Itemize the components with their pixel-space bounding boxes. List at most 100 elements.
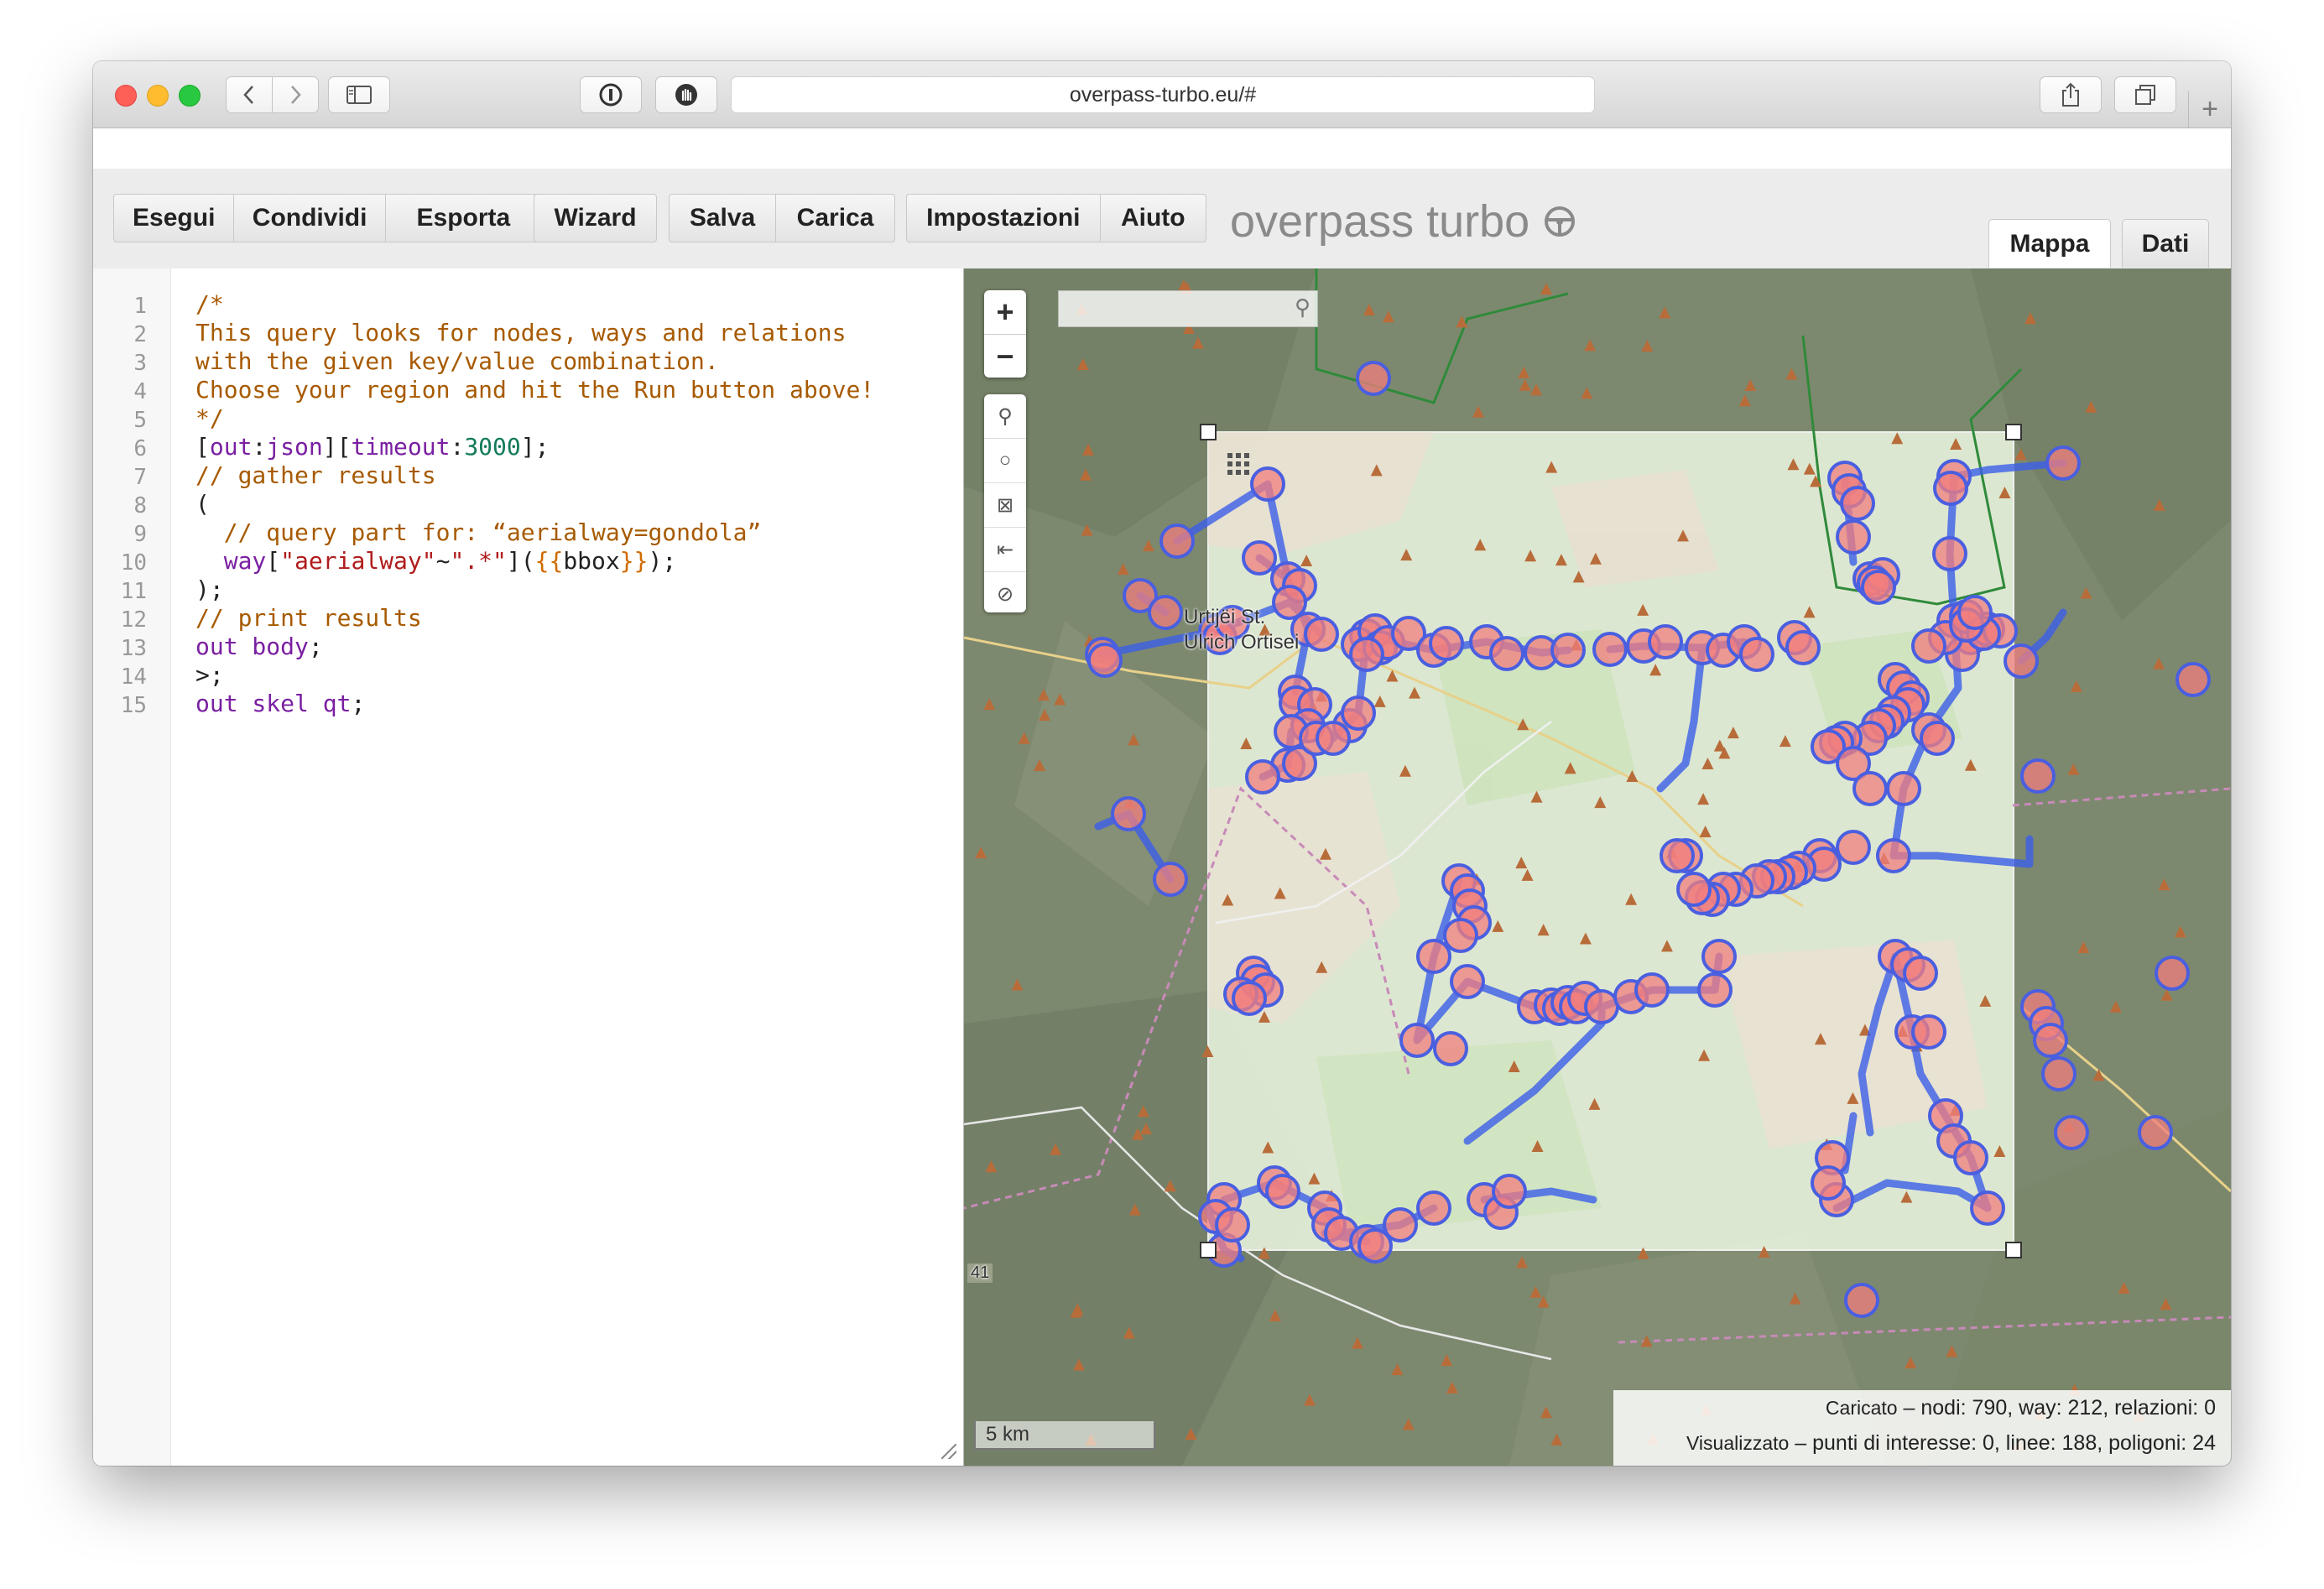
aerialway-node[interactable] bbox=[1416, 1190, 1451, 1226]
aerialway-node[interactable] bbox=[1844, 1283, 1879, 1318]
export-button[interactable]: Esporta bbox=[386, 195, 541, 242]
code-line[interactable]: // query part for: “aerialway=gondola” bbox=[195, 518, 762, 547]
aerialway-node[interactable] bbox=[2175, 662, 2211, 697]
aerialway-node[interactable] bbox=[1886, 771, 1921, 806]
map-canvas[interactable] bbox=[964, 268, 2231, 1466]
aerialway-node[interactable] bbox=[1953, 1140, 1988, 1175]
settings-button[interactable]: Impostazioni bbox=[907, 195, 1101, 242]
aerialway-node[interactable] bbox=[1265, 1174, 1300, 1209]
code-line[interactable]: // print results bbox=[195, 604, 422, 633]
aerialway-node[interactable] bbox=[1836, 830, 1871, 865]
code-line[interactable]: way["aerialway"~".*"]({{bbox}}); bbox=[195, 547, 677, 576]
code-line[interactable]: */ bbox=[195, 404, 224, 433]
aerialway-node[interactable] bbox=[1648, 624, 1683, 659]
aerialway-node[interactable] bbox=[1550, 633, 1586, 668]
aerialway-node[interactable] bbox=[1087, 643, 1123, 678]
aerialway-node[interactable] bbox=[1450, 964, 1485, 999]
aerialway-node[interactable] bbox=[1592, 632, 1628, 667]
aerialway-node[interactable] bbox=[2138, 1115, 2173, 1150]
aerialway-node[interactable] bbox=[1970, 1190, 2005, 1226]
aerialway-node[interactable] bbox=[1429, 626, 1464, 661]
code-line[interactable]: // gather results bbox=[195, 461, 436, 490]
code-line[interactable]: with the given key/value combination. bbox=[195, 347, 719, 376]
share-button[interactable]: Condividi bbox=[234, 195, 386, 242]
aerialway-node[interactable] bbox=[1933, 471, 1968, 506]
aerialway-node[interactable] bbox=[1159, 524, 1195, 559]
locate-button[interactable]: ○ bbox=[984, 439, 1026, 483]
code-line[interactable]: out body; bbox=[195, 633, 323, 661]
code-line[interactable]: ( bbox=[195, 490, 210, 518]
query-editor[interactable]: 1 2 3 4 5 6 7 8 9 10 11 12 13 14 15 /* This query looks… bbox=[93, 268, 964, 1466]
aerialway-node[interactable] bbox=[1242, 540, 1277, 576]
save-button[interactable]: Salva bbox=[670, 195, 777, 242]
aerialway-node[interactable] bbox=[1911, 628, 1946, 664]
aerialway-node[interactable] bbox=[1245, 759, 1280, 794]
tabs-overview-button[interactable] bbox=[2114, 76, 2176, 113]
load-button[interactable]: Carica bbox=[776, 195, 894, 242]
manual-bbox-button[interactable]: ⊠ bbox=[984, 483, 1026, 528]
help-button[interactable]: Aiuto bbox=[1101, 195, 1206, 242]
aerialway-node[interactable] bbox=[1861, 570, 1896, 605]
zoom-to-data-button[interactable]: ⚲ bbox=[984, 394, 1026, 439]
aerialway-node[interactable] bbox=[1399, 1023, 1435, 1058]
aerialway-node[interactable] bbox=[1903, 956, 1938, 991]
code-line[interactable]: This query looks for nodes, ways and rel… bbox=[195, 319, 846, 347]
map-view[interactable]: Urtijëi St. Ulrich Ortisei 41 + − ⚲ ⚲ ○ … bbox=[964, 268, 2231, 1466]
sidebar-toggle-button[interactable] bbox=[328, 76, 390, 113]
code-line[interactable]: [out:json][timeout:3000]; bbox=[195, 433, 549, 461]
aerialway-node[interactable] bbox=[1215, 1207, 1250, 1243]
aerialway-node[interactable] bbox=[1111, 796, 1146, 831]
run-button[interactable]: Esegui bbox=[114, 195, 235, 242]
bbox-handle-bottom-left[interactable] bbox=[1200, 1242, 1217, 1258]
resize-handle[interactable] bbox=[941, 1444, 956, 1459]
close-window-button[interactable] bbox=[115, 85, 137, 107]
code-line[interactable]: /* bbox=[195, 290, 224, 319]
aerialway-node[interactable] bbox=[1876, 838, 1911, 873]
code-line[interactable]: ); bbox=[195, 576, 224, 604]
clear-data-button[interactable]: ⊘ bbox=[984, 572, 1026, 616]
zoom-out-button[interactable]: − bbox=[984, 335, 1026, 378]
aerialway-node[interactable] bbox=[1492, 1174, 1527, 1209]
aerialway-node[interactable] bbox=[1443, 918, 1478, 953]
aerialway-node[interactable] bbox=[1634, 972, 1670, 1008]
wizard-button[interactable]: Wizard bbox=[534, 195, 656, 242]
code-line[interactable]: out skel qt; bbox=[195, 690, 365, 718]
aerialway-node[interactable] bbox=[1356, 361, 1391, 396]
back-button[interactable] bbox=[226, 76, 273, 113]
bbox-handle-top-left[interactable] bbox=[1200, 424, 1217, 440]
aerialway-node[interactable] bbox=[1932, 536, 1967, 571]
aerialway-node[interactable] bbox=[1811, 1165, 1846, 1201]
aerialway-node[interactable] bbox=[1349, 637, 1384, 672]
address-bar[interactable]: overpass-turbo.eu/# bbox=[731, 76, 1595, 113]
aerialway-node[interactable] bbox=[1489, 636, 1524, 671]
aerialway-node[interactable] bbox=[1697, 972, 1733, 1008]
aerialway-node[interactable] bbox=[2041, 1056, 2076, 1091]
aerialway-node[interactable] bbox=[1232, 981, 1267, 1016]
aerialway-node[interactable] bbox=[1250, 466, 1285, 502]
aerialway-node[interactable] bbox=[1383, 1207, 1418, 1243]
privacy-extension-button[interactable] bbox=[655, 76, 717, 113]
maximize-window-button[interactable] bbox=[179, 85, 201, 107]
bbox-handle-bottom-right[interactable] bbox=[2005, 1242, 2022, 1258]
aerialway-node[interactable] bbox=[1957, 595, 1993, 630]
minimize-window-button[interactable] bbox=[147, 85, 169, 107]
grid-icon[interactable] bbox=[1226, 451, 1251, 477]
tab-data[interactable]: Dati bbox=[2122, 219, 2209, 268]
aerialway-node[interactable] bbox=[1911, 1014, 1946, 1050]
aerialway-node[interactable] bbox=[1660, 838, 1695, 873]
forward-button[interactable] bbox=[272, 76, 319, 113]
aerialway-node[interactable] bbox=[1852, 771, 1888, 806]
aerialway-node[interactable] bbox=[1316, 721, 1351, 756]
restore-view-button[interactable]: ⇤ bbox=[984, 528, 1026, 572]
aerialway-node[interactable] bbox=[2033, 1023, 2068, 1058]
tab-map[interactable]: Mappa bbox=[1988, 219, 2111, 268]
aerialway-node[interactable] bbox=[1153, 862, 1188, 897]
aerialway-node[interactable] bbox=[1416, 939, 1451, 974]
aerialway-node[interactable] bbox=[1584, 989, 1619, 1024]
aerialway-node[interactable] bbox=[1785, 630, 1821, 665]
code-line[interactable]: >; bbox=[195, 661, 224, 690]
aerialway-node[interactable] bbox=[1840, 486, 1875, 521]
aerialway-node[interactable] bbox=[2020, 758, 2056, 794]
aerialway-node[interactable] bbox=[1341, 696, 1376, 731]
aerialway-node[interactable] bbox=[2004, 643, 2039, 679]
